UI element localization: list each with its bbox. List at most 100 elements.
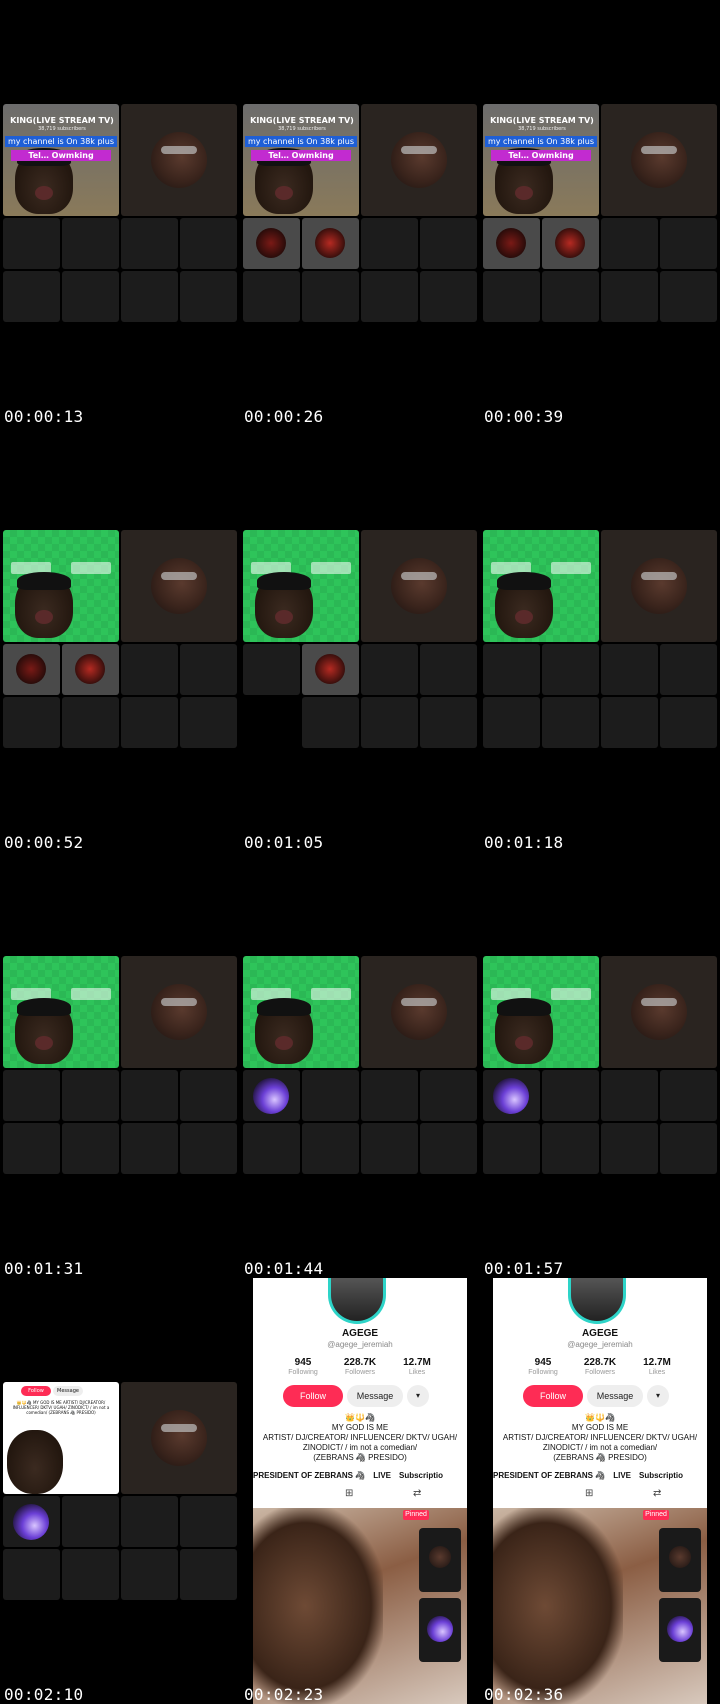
guest-video-tile[interactable] [121,104,237,216]
empty-slot[interactable] [62,697,119,748]
empty-slot[interactable] [3,1070,60,1121]
empty-slot[interactable] [302,1070,359,1121]
main-video-tile[interactable] [243,956,359,1068]
stat-following[interactable]: 945 Following [513,1357,573,1376]
empty-slot[interactable] [121,644,178,695]
tab-videos-icon[interactable]: ⊞ [585,1488,593,1499]
empty-slot[interactable] [361,644,418,695]
video-grid-preview[interactable]: Pinned [493,1508,707,1704]
message-button[interactable]: Message [587,1385,643,1407]
guest-video-tile[interactable] [121,956,237,1068]
empty-slot[interactable] [420,1123,477,1174]
empty-slot[interactable] [420,644,477,695]
empty-slot[interactable] [62,271,119,322]
empty-slot[interactable] [3,1123,60,1174]
empty-slot[interactable] [361,1123,418,1174]
viewer-slot[interactable] [3,644,60,695]
empty-slot[interactable] [483,1123,540,1174]
empty-slot[interactable] [121,271,178,322]
main-video-tile[interactable] [243,530,359,642]
empty-slot[interactable] [660,1070,717,1121]
empty-slot[interactable] [542,271,599,322]
empty-slot[interactable] [302,271,359,322]
empty-slot[interactable] [601,644,658,695]
profile-avatar[interactable] [328,1278,386,1324]
empty-slot[interactable] [121,1496,178,1547]
empty-slot[interactable] [542,644,599,695]
empty-slot[interactable] [601,1123,658,1174]
main-video-tile[interactable] [483,530,599,642]
empty-slot[interactable] [420,218,477,269]
main-video-tile[interactable]: KING(LIVE STREAM TV) 38,719 subscribers … [3,104,119,216]
empty-slot[interactable] [420,271,477,322]
viewer-slot[interactable] [3,1496,60,1547]
empty-slot[interactable] [121,1123,178,1174]
follow-button[interactable]: Follow [523,1385,583,1407]
empty-slot[interactable] [601,697,658,748]
link-zebrans[interactable]: PRESIDENT OF ZEBRANS 🦓 [253,1471,365,1480]
empty-slot[interactable] [180,1496,237,1547]
empty-slot[interactable] [3,218,60,269]
main-video-tile[interactable]: KING(LIVE STREAM TV) 38,719 subscribers … [243,104,359,216]
empty-slot[interactable] [62,1549,119,1600]
empty-slot[interactable] [180,644,237,695]
empty-slot[interactable] [483,697,540,748]
empty-slot[interactable] [180,1070,237,1121]
follow-button[interactable]: Follow [283,1385,343,1407]
empty-slot[interactable] [62,218,119,269]
main-video-tile[interactable] [3,956,119,1068]
empty-slot[interactable] [62,1070,119,1121]
empty-slot[interactable] [660,697,717,748]
viewer-slot[interactable] [243,218,300,269]
empty-slot[interactable] [121,1549,178,1600]
main-video-tile[interactable]: Follow Message 👑🔱🦓 MY GOD IS ME ARTIST/ … [3,1382,119,1494]
video-grid-preview[interactable]: Pinned [253,1508,467,1704]
guest-video-tile[interactable] [361,956,477,1068]
guest-video-tile[interactable] [361,104,477,216]
empty-slot[interactable] [361,218,418,269]
empty-slot[interactable] [361,271,418,322]
guest-video-tile[interactable] [121,530,237,642]
message-button[interactable]: Message [347,1385,403,1407]
link-live[interactable]: LIVE [373,1471,391,1480]
empty-slot[interactable] [483,271,540,322]
empty-slot[interactable] [121,697,178,748]
empty-slot[interactable] [180,218,237,269]
empty-slot[interactable] [302,1123,359,1174]
guest-video-tile[interactable] [601,104,717,216]
stat-followers[interactable]: 228.7K Followers [570,1357,630,1376]
empty-slot[interactable] [180,1123,237,1174]
main-video-tile[interactable] [483,956,599,1068]
link-live[interactable]: LIVE [613,1471,631,1480]
empty-slot[interactable] [3,271,60,322]
stat-followers[interactable]: 228.7K Followers [330,1357,390,1376]
viewer-slot[interactable] [302,644,359,695]
tab-videos-icon[interactable]: ⊞ [345,1488,353,1499]
empty-slot[interactable] [601,218,658,269]
empty-slot[interactable] [62,1123,119,1174]
empty-slot[interactable] [542,1123,599,1174]
stat-following[interactable]: 945 Following [273,1357,333,1376]
link-subscription[interactable]: Subscriptio [399,1471,443,1480]
empty-slot[interactable] [601,271,658,322]
empty-slot[interactable] [180,271,237,322]
guest-video-tile[interactable] [121,1382,237,1494]
empty-slot[interactable] [3,1549,60,1600]
empty-slot[interactable] [420,1070,477,1121]
empty-slot[interactable] [302,697,359,748]
empty-slot[interactable] [420,697,477,748]
empty-slot[interactable] [243,1123,300,1174]
profile-avatar[interactable] [568,1278,626,1324]
empty-slot[interactable] [660,1123,717,1174]
viewer-slot[interactable] [302,218,359,269]
viewer-slot[interactable] [542,218,599,269]
empty-slot[interactable] [660,271,717,322]
main-video-tile[interactable] [3,530,119,642]
viewer-slot[interactable] [62,644,119,695]
link-subscription[interactable]: Subscriptio [639,1471,683,1480]
tab-reposts-icon[interactable]: ⇄ [413,1488,421,1499]
viewer-slot[interactable] [243,1070,300,1121]
viewer-slot[interactable] [483,1070,540,1121]
chevron-down-icon[interactable]: ▾ [407,1385,429,1407]
empty-slot[interactable] [121,218,178,269]
